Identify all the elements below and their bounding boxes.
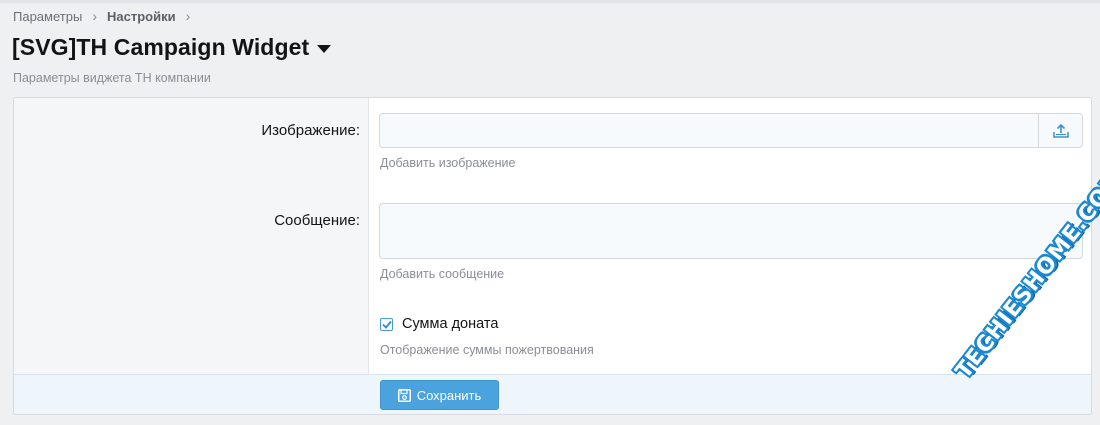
message-hint: Добавить сообщение [380,267,505,281]
upload-icon [1052,123,1069,138]
image-input[interactable] [379,113,1083,148]
donation-sum-option[interactable]: Сумма доната [380,316,498,332]
save-button[interactable]: Сохранить [380,380,499,410]
page-title: [SVG]TH Campaign Widget [12,34,310,60]
check-icon [381,320,392,329]
widget-settings-form: Изображение: Сообщение: Добавить изображ… [13,97,1092,415]
donation-sum-hint: Отображение суммы пожертвования [380,343,594,357]
save-button-label: Сохранить [416,387,482,403]
image-field-label: Изображение: [261,122,360,139]
chevron-right-icon: › [92,8,97,24]
message-textarea[interactable] [379,203,1083,259]
page-description: Параметры виджета TH компании [13,71,211,85]
top-bar [0,0,1100,3]
breadcrumb-item-settings[interactable]: Настройки [107,9,176,24]
form-footer: Сохранить [14,374,1091,414]
floppy-disk-icon [397,388,411,402]
image-hint: Добавить изображение [380,156,516,170]
breadcrumb-item-parameters[interactable]: Параметры [13,9,82,24]
label-column: Изображение: Сообщение: [14,98,369,374]
title-row[interactable]: [SVG]TH Campaign Widget [12,34,332,61]
upload-button[interactable] [1038,114,1082,147]
caret-down-icon[interactable] [317,44,332,53]
donation-sum-label[interactable]: Сумма доната [402,316,498,332]
message-field-label: Сообщение: [274,212,360,229]
breadcrumb: Параметры › Настройки › [13,8,190,24]
chevron-right-icon: › [185,8,191,24]
donation-sum-checkbox[interactable] [380,317,393,331]
